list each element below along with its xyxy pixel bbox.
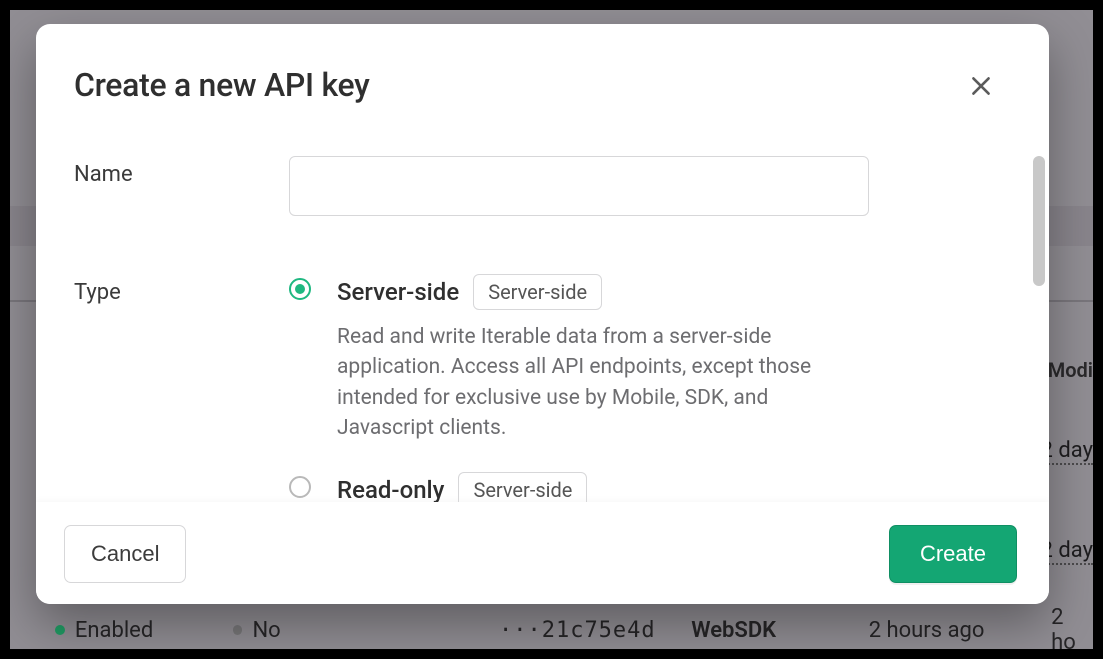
radio-title: Read-only — [337, 476, 444, 502]
close-icon — [968, 73, 994, 99]
name-input[interactable] — [289, 156, 869, 216]
radio-icon[interactable] — [289, 476, 311, 498]
status-dot-icon — [55, 625, 65, 635]
cell-jwt: No — [252, 618, 498, 643]
field-name-row: Name — [74, 156, 1011, 216]
radio-badge: Server-side — [473, 274, 602, 310]
cell-status: Enabled — [75, 618, 233, 643]
radio-title: Server-side — [337, 278, 459, 306]
radio-icon[interactable] — [289, 278, 311, 300]
cell-name: WebSDK — [691, 618, 868, 643]
radio-option-server-side[interactable]: Server-side Server-side Read and write I… — [289, 274, 929, 444]
modal-header: Create a new API key — [36, 24, 1049, 116]
radio-content: Read-only Server-side — [337, 472, 929, 502]
cell-created: 2 hours ago — [869, 618, 1051, 643]
type-label: Type — [74, 274, 289, 305]
table-header-modified: Modi — [1048, 358, 1093, 382]
create-api-key-modal: Create a new API key Name Type Server-si… — [36, 24, 1049, 604]
field-type-row: Type Server-side Server-side Read and wr… — [74, 274, 1011, 502]
modal-footer: Cancel Create — [36, 502, 1049, 604]
cell-key: ···21c75e4d — [499, 618, 691, 643]
radio-badge: Server-side — [458, 472, 587, 502]
type-radio-group: Server-side Server-side Read and write I… — [289, 274, 929, 502]
cancel-button[interactable]: Cancel — [64, 525, 186, 583]
create-button[interactable]: Create — [889, 525, 1017, 583]
radio-option-read-only[interactable]: Read-only Server-side — [289, 472, 929, 502]
radio-description: Read and write Iterable data from a serv… — [337, 322, 869, 444]
modal-body: Name Type Server-side Server-side Read a… — [36, 116, 1049, 502]
key-prefix: ··· — [499, 618, 542, 643]
cell-modified: 2 ho — [1051, 605, 1093, 649]
table-row[interactable]: Enabled No ···21c75e4d WebSDK 2 hours ag… — [10, 605, 1093, 649]
modal-title: Create a new API key — [74, 66, 370, 104]
name-label: Name — [74, 156, 289, 187]
close-button[interactable] — [961, 66, 1001, 106]
jwt-dot-icon — [233, 625, 243, 635]
radio-content: Server-side Server-side Read and write I… — [337, 274, 929, 444]
key-suffix: 21c75e4d — [542, 618, 656, 643]
